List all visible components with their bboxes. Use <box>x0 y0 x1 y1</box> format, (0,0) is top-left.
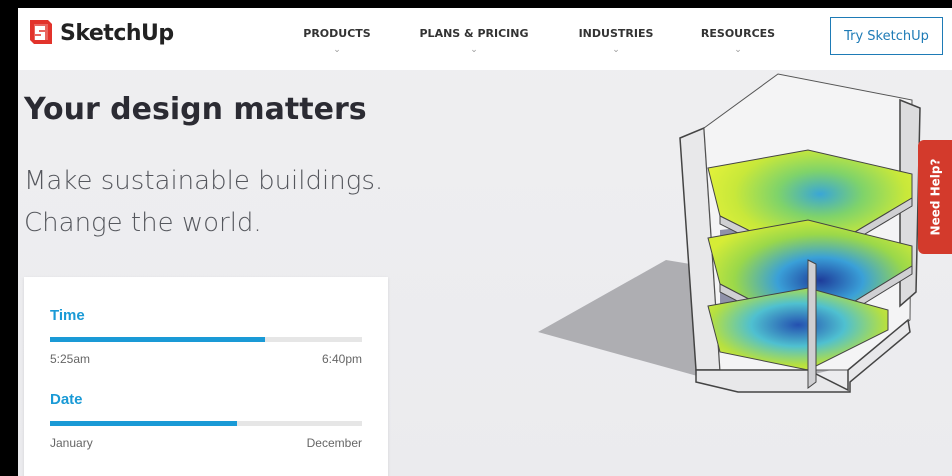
time-slider-fill <box>50 337 266 342</box>
date-slider-label: Date <box>50 391 83 408</box>
hero-subtitle-line-2: Change the world. <box>24 208 262 238</box>
chevron-down-icon: ⌄ <box>470 45 478 55</box>
top-navigation: SketchUp PRODUCTS ⌄ PLANS & PRICING ⌄ IN… <box>18 8 952 70</box>
hero-title: Your design matters <box>24 92 367 127</box>
need-help-tab[interactable]: Need Help? <box>918 140 952 254</box>
need-help-label: Need Help? <box>928 158 942 236</box>
nav-products-label: PRODUCTS <box>303 27 371 40</box>
date-slider[interactable] <box>50 421 362 426</box>
chevron-down-icon: ⌄ <box>734 45 742 55</box>
nav-products[interactable]: PRODUCTS ⌄ <box>302 27 372 55</box>
date-max-label: December <box>306 436 362 450</box>
building-front-pillar <box>807 259 817 389</box>
time-slider[interactable] <box>50 337 362 342</box>
try-sketchup-button[interactable]: Try SketchUp <box>830 17 943 55</box>
nav-plans-label: PLANS & PRICING <box>419 27 529 40</box>
nav-industries-label: INDUSTRIES <box>578 27 654 40</box>
hero-subtitle: Make sustainable buildings. Change the w… <box>24 160 404 244</box>
building-heatmap-illustration <box>538 73 921 393</box>
sun-study-card: Time 5:25am 6:40pm Date January December <box>24 277 388 476</box>
nav-plans-pricing[interactable]: PLANS & PRICING ⌄ <box>416 27 532 55</box>
nav-resources-label: RESOURCES <box>700 27 776 40</box>
nav-resources[interactable]: RESOURCES ⌄ <box>698 27 778 55</box>
chevron-down-icon: ⌄ <box>612 45 620 55</box>
chevron-down-icon: ⌄ <box>333 45 341 55</box>
time-max-label: 6:40pm <box>321 352 362 366</box>
hero-subtitle-line-1: Make sustainable buildings. <box>24 166 384 196</box>
sketchup-logo-icon <box>30 20 52 44</box>
date-slider-fill <box>50 421 238 426</box>
nav-industries[interactable]: INDUSTRIES ⌄ <box>576 27 656 55</box>
time-slider-label: Time <box>50 307 85 324</box>
page: SketchUp PRODUCTS ⌄ PLANS & PRICING ⌄ IN… <box>18 8 952 476</box>
time-min-label: 5:25am <box>50 352 91 366</box>
logo-text: SketchUp <box>60 20 174 46</box>
sketchup-logo[interactable]: SketchUp <box>26 18 174 48</box>
date-min-label: January <box>50 436 93 450</box>
